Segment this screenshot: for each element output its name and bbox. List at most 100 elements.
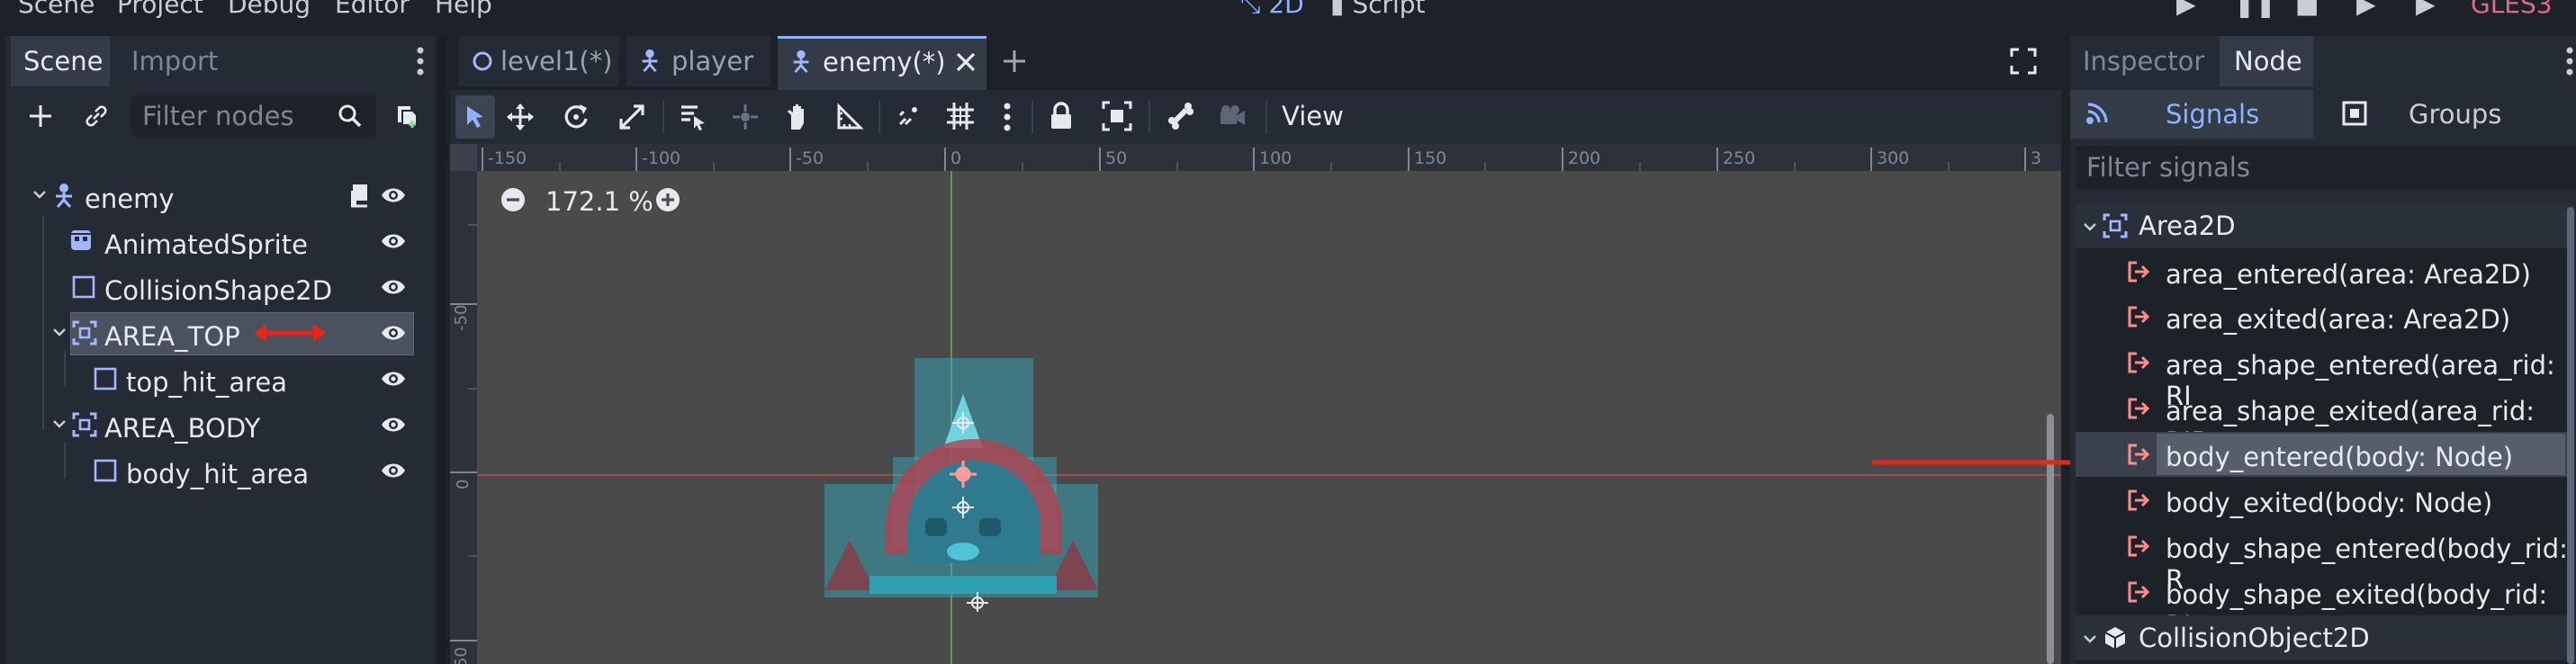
collision-shape-icon (72, 275, 95, 299)
signal-area-entered[interactable]: area_entered(area: Area2D) (2076, 249, 2569, 294)
grid-snap-icon[interactable] (945, 101, 976, 131)
tree-row-collisionshape2d[interactable]: CollisionShape2D (32, 266, 419, 308)
menu-debug[interactable]: Debug (228, 0, 311, 18)
visibility-eye-icon[interactable] (380, 275, 407, 299)
signal-area-exited[interactable]: area_exited(area: Area2D) (2076, 294, 2569, 339)
collapse-arrow-icon[interactable] (2083, 220, 2097, 234)
tree-row-area-top[interactable]: AREA_TOP (32, 312, 419, 355)
enemy-sprite-canvas[interactable] (810, 306, 1098, 612)
subtab-groups[interactable]: Groups (2322, 90, 2563, 139)
renderer-label[interactable]: GLES3 (2471, 0, 2553, 18)
ruler-mode-icon[interactable] (835, 103, 864, 131)
canvas-viewport[interactable]: -150 -100 -50 0 50 100 150 200 250 300 3… (450, 144, 2061, 664)
mode-2d-button[interactable]: ⤡ 2D (1240, 0, 1304, 18)
signal-body-shape-entered[interactable]: body_shape_entered(body_rid: R (2076, 524, 2569, 595)
dock-menu-icon[interactable] (2565, 45, 2574, 77)
link-icon[interactable] (83, 103, 110, 130)
snap-options-icon[interactable] (1003, 101, 1012, 133)
tab-import[interactable]: Import (119, 36, 236, 86)
zoom-level[interactable]: 172.1 % (545, 189, 653, 215)
ruler-label: 300 (1877, 148, 1910, 168)
menu-editor[interactable]: Editor (335, 0, 410, 18)
lock-icon[interactable] (1048, 101, 1075, 131)
collapse-arrow-icon[interactable] (52, 417, 67, 431)
ruler-label: -50 (452, 304, 471, 331)
tree-row-top-hit-area[interactable]: top_hit_area (32, 358, 419, 399)
group-icon[interactable] (1102, 101, 1132, 131)
tab-scene[interactable]: Scene (11, 36, 110, 86)
move-mode-icon[interactable] (506, 103, 535, 131)
tree-label-animatedsprite: AnimatedSprite (104, 229, 308, 260)
ruler-label: 0 (950, 148, 962, 168)
mode-script-button[interactable]: ▮ Script (1330, 0, 1426, 18)
camera-override-icon[interactable] (1217, 103, 1247, 130)
select-mode-button[interactable] (455, 95, 495, 139)
visibility-eye-icon[interactable] (380, 413, 407, 436)
play-icon[interactable]: ▶ (2176, 0, 2196, 18)
dock-splitter[interactable] (439, 36, 446, 664)
visibility-eye-icon[interactable] (380, 229, 407, 253)
rotate-mode-icon[interactable] (562, 103, 590, 131)
subtab-signals[interactable]: Signals (2070, 90, 2313, 139)
scene-tabs-bar: level1(*) player enemy(*) (450, 36, 2061, 90)
menu-help[interactable]: Help (435, 0, 492, 18)
signal-icon (2126, 259, 2151, 284)
visibility-eye-icon[interactable] (380, 184, 407, 207)
tree-row-animatedsprite[interactable]: AnimatedSprite (32, 220, 419, 262)
tree-row-enemy[interactable]: enemy (32, 175, 419, 216)
play-custom-icon[interactable]: ▶ (2416, 0, 2436, 18)
distraction-free-icon[interactable] (2009, 47, 2038, 76)
tree-guide-line (64, 351, 66, 387)
signal-area-shape-entered[interactable]: area_shape_entered(area_rid: RI (2076, 340, 2569, 411)
smart-snap-icon[interactable] (895, 103, 923, 131)
scale-mode-icon[interactable] (617, 103, 646, 131)
cube-icon (2103, 625, 2128, 651)
script-icon[interactable] (347, 182, 373, 209)
menu-project[interactable]: Project (117, 0, 203, 18)
bone-icon[interactable] (1165, 101, 1195, 131)
section-collisionobject2d[interactable]: CollisionObject2D (2076, 615, 2569, 660)
list-select-icon[interactable] (679, 103, 707, 131)
collapse-arrow-icon[interactable] (52, 325, 67, 339)
signal-body-entered[interactable]: body_entered(body: Node) (2076, 432, 2569, 477)
dock-menu-icon[interactable] (416, 45, 425, 77)
tab-inspector[interactable]: Inspector (2070, 36, 2220, 86)
signal-body-exited[interactable]: body_exited(body: Node) (2076, 478, 2569, 523)
pivot-mode-icon[interactable] (731, 103, 760, 131)
visibility-eye-icon[interactable] (380, 321, 407, 345)
view-menu-button[interactable]: View (1282, 103, 1344, 130)
pan-mode-icon[interactable] (783, 103, 812, 131)
instance-scene-icon[interactable] (392, 101, 421, 130)
zoom-in-icon[interactable] (655, 187, 680, 212)
visibility-eye-icon[interactable] (380, 367, 407, 390)
tree-row-body-hit-area[interactable]: body_hit_area (32, 450, 419, 491)
ruler-label: 250 (1723, 148, 1756, 168)
tree-guide-line (42, 216, 44, 430)
tab-player[interactable]: player (626, 36, 770, 86)
signal-label: body_entered(body: Node) (2166, 442, 2514, 472)
tab-level1[interactable]: level1(*) (459, 36, 619, 86)
visibility-eye-icon[interactable] (380, 459, 407, 482)
filter-signals-input[interactable]: Filter signals (2076, 146, 2576, 189)
signal-area-shape-exited[interactable]: area_shape_exited(area_rid: RID (2076, 386, 2569, 457)
play-scene-icon[interactable]: ▶ (2356, 0, 2376, 18)
collapse-arrow-icon[interactable] (32, 187, 47, 202)
menu-scene[interactable]: Scene (18, 0, 95, 18)
signal-body-shape-exited[interactable]: body_shape_exited(body_rid: RI (2076, 570, 2569, 641)
filter-nodes-input[interactable]: Filter nodes (131, 95, 376, 137)
signals-scrollbar[interactable] (2567, 207, 2574, 664)
ruler-label: -150 (488, 148, 527, 168)
section-area2d[interactable]: Area2D (2076, 203, 2569, 248)
new-tab-plus-icon[interactable] (1001, 48, 1028, 75)
tab-node[interactable]: Node (2220, 36, 2313, 86)
tree-row-area-body[interactable]: AREA_BODY (32, 404, 419, 445)
stop-icon[interactable]: ■ (2295, 0, 2319, 18)
collapse-arrow-icon[interactable] (2083, 632, 2097, 646)
pause-icon[interactable]: ❚❚ (2234, 0, 2276, 18)
add-node-icon[interactable] (27, 103, 54, 130)
close-icon[interactable] (954, 50, 977, 74)
zoom-out-icon[interactable] (500, 187, 526, 212)
toolbar-separator (1148, 101, 1150, 133)
tab-enemy[interactable]: enemy(*) (778, 36, 986, 90)
animated-sprite-icon (68, 228, 94, 253)
